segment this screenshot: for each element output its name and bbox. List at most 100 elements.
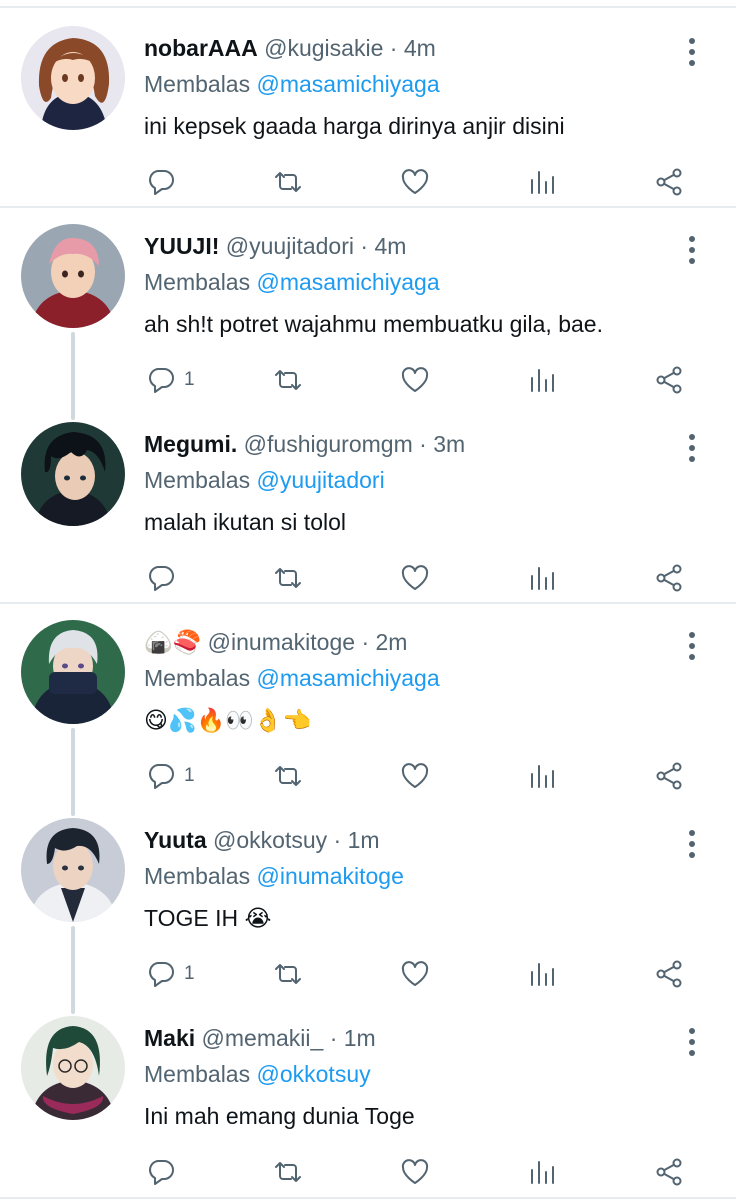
retweet-button[interactable]: [273, 756, 303, 796]
timestamp[interactable]: 1m: [348, 827, 380, 853]
tweet-text: malah ikutan si tolol: [144, 509, 346, 535]
display-name[interactable]: Maki: [144, 1025, 195, 1051]
display-name[interactable]: Yuuta: [144, 827, 207, 853]
user-handle[interactable]: @kugisakie: [264, 35, 383, 61]
heart-icon: [401, 763, 429, 788]
separator-dot: ·: [389, 35, 398, 61]
more-options-icon[interactable]: [681, 1026, 703, 1060]
heart-icon: [401, 367, 429, 392]
user-handle[interactable]: @fushiguromgm: [244, 431, 413, 457]
tweet-header: Maki @memakii_ · 1m: [144, 1023, 376, 1053]
reply-mention-link[interactable]: @okkotsuy: [257, 1061, 371, 1087]
reply-icon: [149, 764, 174, 789]
tweet[interactable]: nobarAAA @kugisakie · 4m Membalas @masam…: [0, 10, 736, 208]
avatar[interactable]: [21, 26, 125, 130]
display-name[interactable]: YUUJI!: [144, 233, 219, 259]
avatar[interactable]: [21, 422, 125, 526]
reply-button[interactable]: 1: [146, 360, 195, 400]
display-name[interactable]: nobarAAA: [144, 35, 258, 61]
reply-button[interactable]: [146, 1152, 184, 1192]
like-button[interactable]: [400, 954, 430, 994]
like-button[interactable]: [400, 1152, 430, 1192]
retweet-button[interactable]: [273, 954, 303, 994]
avatar[interactable]: [21, 224, 125, 328]
share-button[interactable]: [654, 558, 684, 598]
tweet-text: Ini mah emang dunia Toge: [144, 1103, 415, 1129]
action-bar: [0, 1152, 736, 1192]
brown-hair-girl-avatar: [21, 26, 125, 130]
share-icon: [656, 960, 682, 988]
display-name[interactable]: Megumi.: [144, 431, 237, 457]
more-options-icon[interactable]: [681, 234, 703, 268]
tweet[interactable]: Megumi. @fushiguromgm · 3m Membalas @yuu…: [0, 406, 736, 604]
timestamp[interactable]: 4m: [404, 35, 436, 61]
reply-mention-link[interactable]: @inumakitoge: [257, 863, 404, 889]
tweet-text: 😋💦🔥👀👌👈: [144, 707, 312, 733]
analytics-icon: [531, 567, 554, 590]
retweet-icon: [275, 964, 301, 984]
share-button[interactable]: [654, 1152, 684, 1192]
user-handle[interactable]: @yuujitadori: [226, 233, 354, 259]
reply-context: Membalas @masamichiyaga: [144, 267, 440, 297]
user-handle[interactable]: @inumakitoge: [208, 629, 355, 655]
retweet-button[interactable]: [273, 162, 303, 202]
reply-prefix: Membalas: [144, 269, 251, 295]
retweet-icon: [275, 370, 301, 390]
avatar[interactable]: [21, 620, 125, 724]
retweet-icon: [275, 766, 301, 786]
display-name[interactable]: 🍙🍣: [144, 629, 201, 655]
reply-mention-link[interactable]: @masamichiyaga: [257, 71, 440, 97]
like-button[interactable]: [400, 558, 430, 598]
retweet-button[interactable]: [273, 558, 303, 598]
analytics-button[interactable]: [527, 162, 557, 202]
user-handle[interactable]: @memakii_: [202, 1025, 324, 1051]
reply-button[interactable]: [146, 558, 184, 598]
more-options-icon[interactable]: [681, 36, 703, 70]
timestamp[interactable]: 3m: [433, 431, 465, 457]
retweet-icon: [275, 1162, 301, 1182]
tweet[interactable]: 🍙🍣 @inumakitoge · 2m Membalas @masamichi…: [0, 604, 736, 802]
reply-context: Membalas @okkotsuy: [144, 1059, 371, 1089]
reply-mention-link[interactable]: @yuujitadori: [257, 467, 385, 493]
share-icon: [656, 168, 682, 196]
analytics-button[interactable]: [527, 954, 557, 994]
reply-button[interactable]: 1: [146, 954, 195, 994]
retweet-button[interactable]: [273, 360, 303, 400]
reply-context: Membalas @masamichiyaga: [144, 69, 440, 99]
like-button[interactable]: [400, 360, 430, 400]
reply-button[interactable]: [146, 162, 184, 202]
share-button[interactable]: [654, 954, 684, 994]
share-button[interactable]: [654, 756, 684, 796]
more-options-icon[interactable]: [681, 630, 703, 664]
timestamp[interactable]: 1m: [344, 1025, 376, 1051]
more-options-icon[interactable]: [681, 432, 703, 466]
tweet[interactable]: Maki @memakii_ · 1m Membalas @okkotsuy I…: [0, 1000, 736, 1199]
timestamp[interactable]: 4m: [374, 233, 406, 259]
retweet-button[interactable]: [273, 1152, 303, 1192]
analytics-button[interactable]: [527, 360, 557, 400]
analytics-button[interactable]: [527, 1152, 557, 1192]
tweet[interactable]: Yuuta @okkotsuy · 1m Membalas @inumakito…: [0, 802, 736, 1000]
analytics-button[interactable]: [527, 756, 557, 796]
share-button[interactable]: [654, 162, 684, 202]
reply-mention-link[interactable]: @masamichiyaga: [257, 665, 440, 691]
separator-dot: ·: [333, 827, 342, 853]
tweet-header: Megumi. @fushiguromgm · 3m: [144, 429, 465, 459]
reply-mention-link[interactable]: @masamichiyaga: [257, 269, 440, 295]
more-options-icon[interactable]: [681, 828, 703, 862]
share-button[interactable]: [654, 360, 684, 400]
avatar[interactable]: [21, 1016, 125, 1120]
action-bar: [0, 558, 736, 598]
user-handle[interactable]: @okkotsuy: [213, 827, 327, 853]
action-bar: 1: [0, 360, 736, 400]
separator-dot: ·: [329, 1025, 338, 1051]
like-button[interactable]: [400, 756, 430, 796]
tweet[interactable]: YUUJI! @yuujitadori · 4m Membalas @masam…: [0, 208, 736, 406]
like-button[interactable]: [400, 162, 430, 202]
analytics-button[interactable]: [527, 558, 557, 598]
retweet-icon: [275, 172, 301, 192]
reply-button[interactable]: 1: [146, 756, 195, 796]
reply-prefix: Membalas: [144, 467, 251, 493]
avatar[interactable]: [21, 818, 125, 922]
timestamp[interactable]: 2m: [376, 629, 408, 655]
